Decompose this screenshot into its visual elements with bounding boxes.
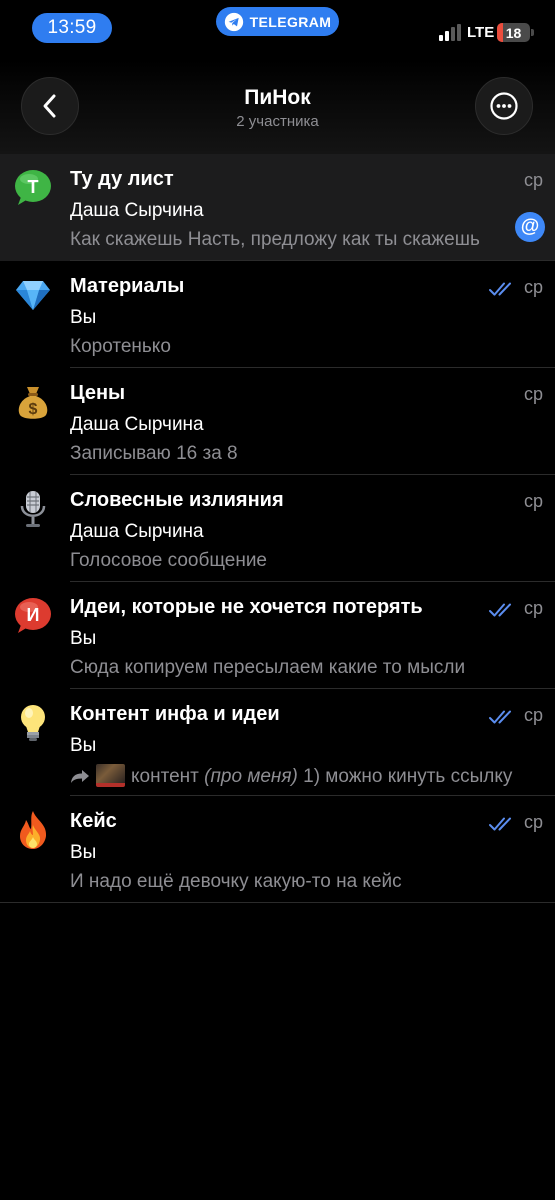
topic-preview: Сюда копируем пересылаем какие то мысли [70, 657, 466, 678]
topic-row-todo[interactable]: Т Ту ду лист ср Даша Сырчина Как скажешь… [0, 154, 555, 261]
topic-title: Цены [70, 382, 126, 404]
network-type: LTE [467, 24, 495, 41]
topic-title: Материалы [70, 275, 185, 297]
topic-date: ср [523, 170, 543, 190]
topic-title: Идеи, которые не хочется потерять [70, 596, 423, 618]
signal-icon [439, 24, 461, 41]
topic-preview: Как скажешь Насть, предложу как ты скаже… [70, 229, 480, 250]
double-check-icon [489, 282, 511, 296]
mention-badge[interactable]: @ [515, 212, 545, 242]
forward-arrow-icon [71, 770, 89, 783]
preview-text: контент [131, 766, 205, 787]
ellipsis-icon [490, 92, 518, 120]
microphone-icon [13, 489, 53, 529]
topic-date: ср [523, 812, 543, 832]
topic-sender: Даша Сырчина [70, 521, 204, 542]
light-bulb-icon [13, 703, 53, 743]
app-pill-label: TELEGRAM [249, 13, 332, 30]
status-bar: 13:59 TELEGRAM LTE 18 [0, 0, 555, 60]
preview-italic: (про меня) [204, 766, 298, 787]
topic-row-prices[interactable]: $ Цены ср Даша Сырчина Записываю 16 за 8 [0, 368, 555, 475]
status-time[interactable]: 13:59 [32, 13, 112, 43]
topic-preview: Голосовое сообщение [70, 550, 267, 571]
topic-row-case[interactable]: Кейс ср Вы И надо ещё девочку какую-то н… [0, 796, 555, 903]
svg-text:Т: Т [28, 177, 39, 197]
double-check-icon [489, 710, 511, 724]
battery-cap [531, 29, 534, 36]
topic-sender: Даша Сырчина [70, 200, 204, 221]
topic-preview: Коротенько [70, 336, 171, 357]
fire-icon [13, 810, 53, 850]
topic-title: Контент инфа и идеи [70, 703, 280, 725]
topic-row-materials[interactable]: Материалы ср Вы Коротенько [0, 261, 555, 368]
topic-sender: Даша Сырчина [70, 414, 204, 435]
return-to-app-pill[interactable]: TELEGRAM [216, 7, 339, 36]
money-bag-icon: $ [13, 382, 53, 422]
screen: 13:59 TELEGRAM LTE 18 ПиНок 2 участника … [0, 0, 555, 1200]
green-speech-bubble-icon: Т [13, 168, 53, 208]
topic-preview: контент (про меня) 1) можно кинуть ссылк… [70, 764, 545, 788]
topic-date: ср [523, 705, 543, 725]
topics-list: Т Ту ду лист ср Даша Сырчина Как скажешь… [0, 154, 555, 903]
topic-sender: Вы [70, 735, 97, 756]
group-title[interactable]: ПиНок [0, 86, 555, 110]
battery-level: 18 [505, 24, 522, 41]
chat-header: ПиНок 2 участника [0, 60, 555, 154]
double-check-icon [489, 603, 511, 617]
topic-title: Ту ду лист [70, 168, 174, 190]
topic-date: ср [523, 598, 543, 618]
red-speech-bubble-icon: И [13, 596, 53, 636]
telegram-icon [224, 12, 243, 31]
topic-row-content[interactable]: Контент инфа и идеи ср Вы контент (про м… [0, 689, 555, 796]
topic-sender: Вы [70, 628, 97, 649]
double-check-icon [489, 817, 511, 831]
svg-text:$: $ [29, 401, 38, 418]
preview-text-rest: 1) можно кинуть ссылку [297, 766, 513, 787]
topic-row-ideas[interactable]: И Идеи, которые не хочется потерять ср В… [0, 582, 555, 689]
topic-date: ср [523, 384, 543, 404]
topic-preview: И надо ещё девочку какую-то на кейс [70, 871, 402, 892]
topic-date: ср [523, 491, 543, 511]
topic-row-verbal[interactable]: Словесные излияния ср Даша Сырчина Голос… [0, 475, 555, 582]
topic-date: ср [523, 277, 543, 297]
svg-text:И: И [27, 605, 40, 625]
row-divider [0, 902, 555, 903]
battery-icon: 18 [497, 23, 530, 42]
topic-preview: Записываю 16 за 8 [70, 443, 238, 464]
media-thumbnail [96, 764, 125, 787]
topic-title: Кейс [70, 810, 117, 832]
more-button[interactable] [475, 77, 533, 135]
topic-sender: Вы [70, 307, 97, 328]
gem-icon [13, 275, 53, 315]
topic-sender: Вы [70, 842, 97, 863]
topic-title: Словесные излияния [70, 489, 284, 511]
members-count: 2 участника [236, 113, 319, 130]
